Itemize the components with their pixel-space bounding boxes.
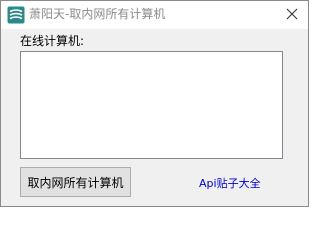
api-posts-link[interactable]: Api贴子大全	[199, 177, 261, 191]
app-window: 萧阳天-取内网所有计算机 在线计算机: 取内网所有计算机 Api贴子大全	[0, 0, 309, 207]
title-bar[interactable]: 萧阳天-取内网所有计算机	[1, 1, 308, 29]
close-button[interactable]	[282, 4, 302, 24]
fetch-all-computers-button[interactable]: 取内网所有计算机	[20, 167, 131, 197]
close-icon	[286, 8, 298, 20]
app-logo-icon	[7, 6, 25, 24]
online-computers-list[interactable]	[20, 51, 283, 159]
window-title: 萧阳天-取内网所有计算机	[29, 7, 166, 21]
online-computers-label: 在线计算机:	[20, 34, 85, 48]
